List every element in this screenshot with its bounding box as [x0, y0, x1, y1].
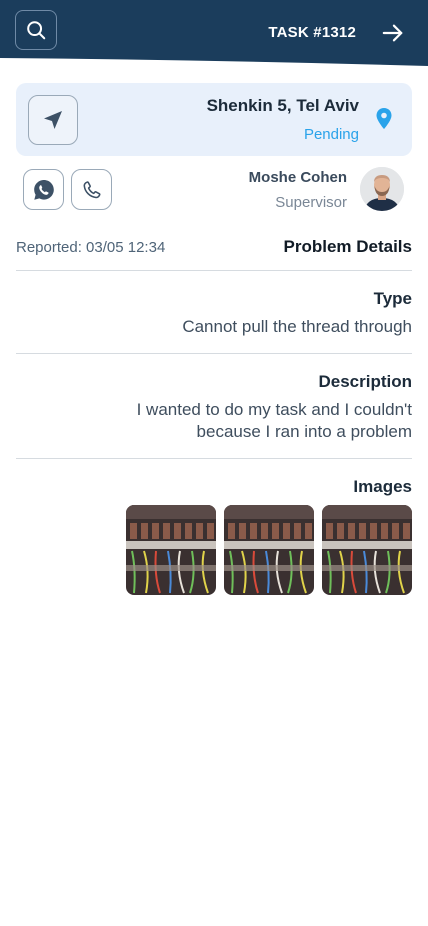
whatsapp-button[interactable]	[23, 169, 64, 210]
arrow-right-icon[interactable]	[382, 22, 404, 44]
type-value: Cannot pull the thread through	[182, 317, 412, 336]
task-address: Shenkin 5, Tel Aviv	[206, 96, 359, 115]
divider	[16, 458, 412, 459]
divider	[16, 353, 412, 354]
description-label: Description	[318, 372, 412, 391]
image-gallery	[126, 505, 412, 595]
images-label: Images	[353, 477, 412, 496]
whatsapp-icon	[33, 179, 54, 200]
divider	[16, 270, 412, 271]
reported-timestamp: Reported: 03/05 12:34	[16, 239, 166, 256]
location-card: Shenkin 5, Tel Aviv Pending	[16, 83, 412, 156]
search-button[interactable]	[15, 10, 57, 50]
status-badge: Pending	[303, 126, 359, 143]
description-value: I wanted to do my task and I couldn't be…	[136, 400, 412, 441]
search-icon	[27, 21, 46, 40]
supervisor-name: Moshe Cohen	[248, 169, 347, 186]
navigation-arrow-icon	[44, 111, 62, 129]
wiring-photo	[224, 505, 314, 595]
phone-icon	[83, 180, 101, 198]
problem-image[interactable]	[126, 505, 216, 595]
call-button[interactable]	[71, 169, 112, 210]
avatar-photo	[360, 167, 404, 211]
task-title: TASK #1312	[268, 24, 356, 41]
app-header: TASK #1312	[0, 0, 428, 70]
supervisor-role: Supervisor	[275, 194, 347, 211]
problem-image[interactable]	[224, 505, 314, 595]
header-background	[0, 0, 428, 66]
wiring-photo	[126, 505, 216, 595]
problem-image[interactable]	[322, 505, 412, 595]
map-pin-icon[interactable]	[376, 108, 392, 130]
contact-row: Moshe Cohen Supervisor	[0, 166, 428, 218]
navigate-button[interactable]	[28, 95, 78, 145]
problem-details-header: Reported: 03/05 12:34 Problem Details	[16, 236, 412, 260]
wiring-photo	[322, 505, 412, 595]
avatar	[360, 167, 404, 211]
type-label: Type	[373, 289, 412, 308]
problem-details-title: Problem Details	[283, 237, 413, 256]
